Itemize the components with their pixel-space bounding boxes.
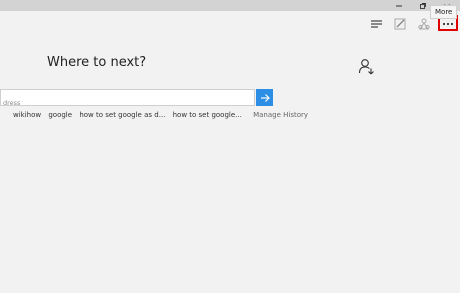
history-item-set-google[interactable]: how to set google... (173, 111, 242, 119)
restore-icon (420, 2, 426, 9)
manage-history-link[interactable]: Manage History (253, 111, 308, 119)
more-tooltip: More (430, 5, 458, 19)
history-item-set-google-default[interactable]: how to set google as d... (79, 111, 165, 119)
web-note-icon (394, 18, 406, 30)
title-bar (0, 0, 460, 11)
profile-button[interactable] (358, 58, 376, 76)
search-input[interactable] (1, 95, 248, 111)
share-icon (418, 18, 430, 30)
add-person-icon (358, 59, 374, 75)
history-item-wikihow[interactable]: wikihow (13, 111, 41, 119)
go-button[interactable] (256, 89, 273, 106)
browser-toolbar (0, 11, 460, 37)
minimize-button[interactable] (386, 0, 412, 11)
hub-button[interactable] (365, 14, 387, 34)
minimize-icon (396, 5, 402, 6)
history-item-google[interactable]: google (48, 111, 72, 119)
arrow-right-icon (260, 93, 270, 102)
history-suggestions: wikihow google how to set google as d...… (13, 111, 313, 119)
page-title: Where to next? (47, 55, 147, 70)
web-note-button[interactable] (389, 14, 411, 34)
hub-icon (371, 20, 382, 28)
search-box (0, 89, 255, 111)
